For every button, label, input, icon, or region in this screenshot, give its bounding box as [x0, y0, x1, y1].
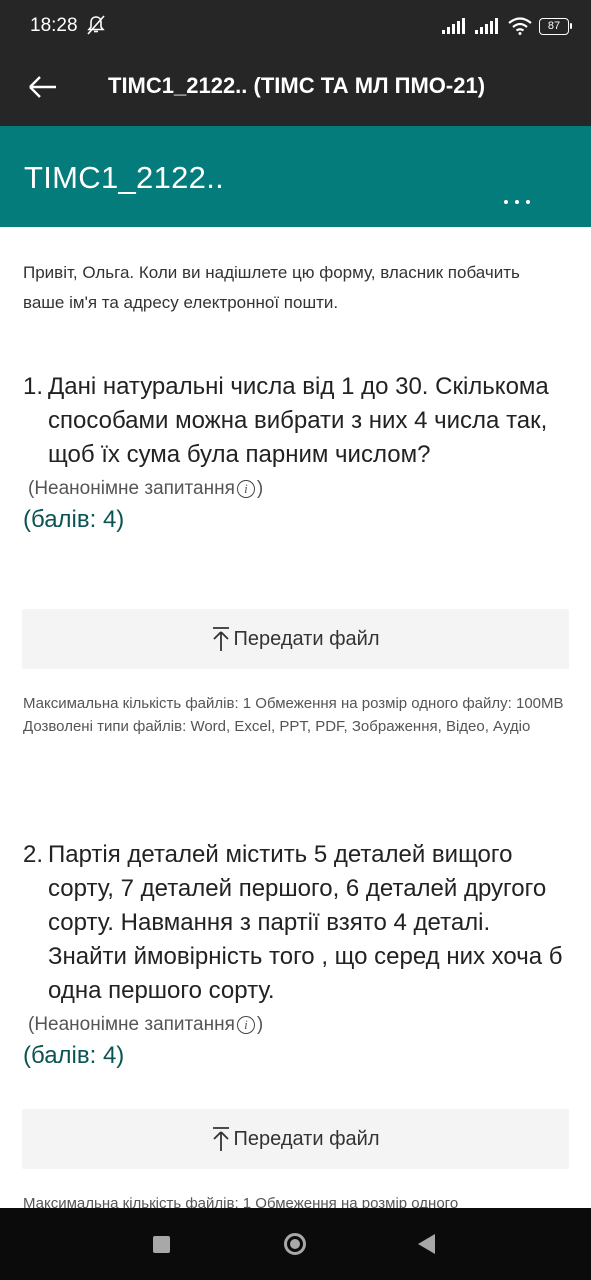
more-options-icon[interactable] — [504, 192, 540, 212]
upload-file-label: Передати файл — [233, 627, 380, 650]
question-points: (балів: 4) — [23, 1042, 125, 1069]
status-time: 18:28 — [30, 15, 78, 36]
upload-icon — [212, 1127, 229, 1151]
app-bar-title: ТІМС1_2122.. (ТІМС ТА МЛ ПМО-21) — [108, 73, 486, 98]
app-bar: ТІМС1_2122.. (ТІМС ТА МЛ ПМО-21) — [0, 52, 591, 126]
question-number: 2. — [23, 841, 44, 868]
greeting-text: Привіт, Ольга. Коли ви надішлете цю форм… — [23, 263, 520, 312]
notifications-muted-icon — [87, 15, 105, 35]
upload-file-button[interactable]: Передати файл — [22, 1109, 569, 1169]
back-button[interactable] — [24, 68, 62, 106]
arrow-left-icon — [29, 76, 56, 98]
info-icon[interactable]: i — [236, 1016, 255, 1034]
form-header: ТІМС1_2122.. — [0, 126, 591, 227]
status-bar: 18:28 87 — [0, 0, 591, 52]
upload-file-label: Передати файл — [233, 1127, 380, 1150]
question-meta-label: (Неанонімне запитання — [28, 478, 235, 499]
question-meta: (Неанонімне запитання i ) — [28, 1014, 571, 1036]
wifi-icon — [508, 17, 532, 35]
upload-icon — [212, 627, 229, 651]
status-right-cluster: 87 — [442, 14, 572, 38]
question-meta-close: ) — [256, 1014, 264, 1035]
question-meta-close: ) — [256, 478, 264, 499]
question-meta-label: (Неанонімне запитання — [28, 1014, 235, 1035]
question-text: Партія деталей містить 5 деталей вищого … — [48, 841, 563, 1004]
upload-file-button[interactable]: Передати файл — [22, 609, 569, 669]
nav-back-button[interactable] — [418, 1234, 435, 1254]
question-meta: (Неанонімне запитання i ) — [28, 478, 571, 500]
question-points: (балів: 4) — [23, 506, 125, 533]
info-icon[interactable]: i — [236, 480, 255, 498]
file-limits-text: Максимальна кількість файлів: 1 Обмеженн… — [23, 695, 564, 735]
signal-icon-sim2 — [475, 18, 498, 34]
recent-apps-button[interactable] — [153, 1236, 170, 1253]
form-title: ТІМС1_2122.. — [24, 160, 225, 195]
question-1: 1. Дані натуральні числа від 1 до 30. Ск… — [23, 370, 571, 534]
signal-icon — [442, 18, 465, 34]
system-nav-bar — [0, 1208, 591, 1280]
battery-icon: 87 — [539, 17, 572, 35]
home-button[interactable] — [284, 1233, 306, 1255]
question-number: 1. — [23, 373, 44, 400]
question-text: Дані натуральні числа від 1 до 30. Скіль… — [48, 373, 549, 468]
question-2: 2. Партія деталей містить 5 деталей вищо… — [23, 838, 571, 1070]
